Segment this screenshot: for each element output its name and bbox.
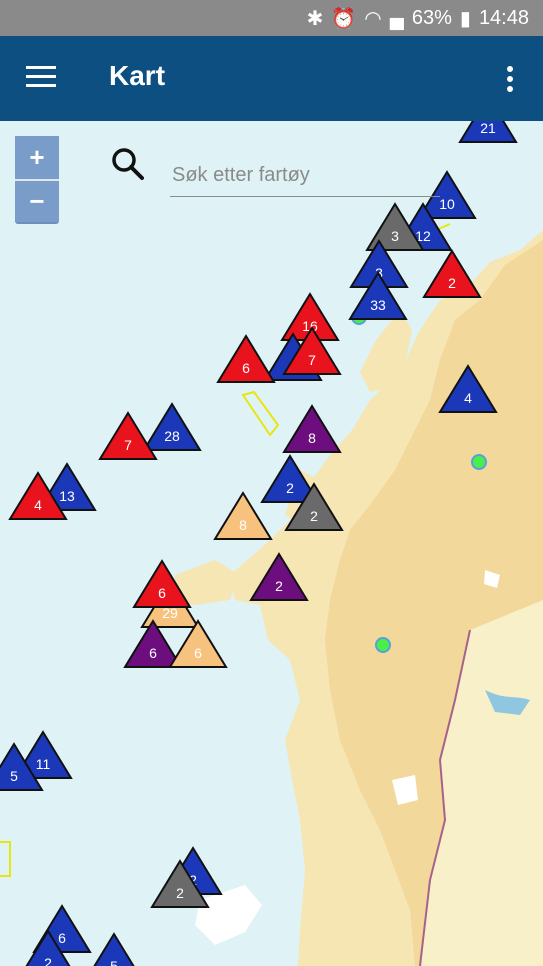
marker-count: 8: [239, 517, 247, 533]
vessel-dot[interactable]: [375, 637, 391, 653]
map-canvas[interactable]: 2110123233316576428781342282296661152262…: [0, 121, 543, 966]
search-icon[interactable]: [110, 146, 146, 182]
marker-count: 2: [448, 275, 456, 291]
marker-count: 7: [124, 437, 132, 453]
marker-count: 8: [308, 430, 316, 446]
marker-count: 2: [44, 955, 52, 966]
marker-count: 6: [158, 585, 166, 601]
overflow-menu-icon[interactable]: [507, 66, 515, 92]
zoom-in-button[interactable]: +: [15, 136, 59, 179]
marker-count: 4: [464, 390, 472, 406]
marker-count: 2: [176, 885, 184, 901]
marker-count: 6: [242, 360, 250, 376]
marker-count: 2: [286, 480, 294, 496]
app-bar: Kart: [0, 36, 543, 121]
search-input[interactable]: [170, 154, 440, 197]
status-bar: ✱ ⏰ ◠ ▄ 63% ▮ 14:48: [0, 0, 543, 36]
marker-count: 6: [194, 645, 202, 661]
marker-count: 10: [439, 196, 455, 212]
clock: 14:48: [478, 7, 529, 29]
status-icons: ✱ ⏰ ◠ ▄ 63% ▮ 14:48: [307, 6, 529, 31]
vessel-dot[interactable]: [471, 454, 487, 470]
marker-count: 28: [164, 428, 180, 444]
marker-count: 6: [149, 645, 157, 661]
marker-count: 13: [59, 488, 75, 504]
page-title: Kart: [109, 60, 166, 91]
marker-count: 4: [34, 497, 42, 513]
marker-count: 33: [370, 297, 386, 313]
wifi-icon: ◠: [364, 8, 382, 30]
menu-icon[interactable]: [26, 66, 58, 90]
marker-count: 2: [275, 578, 283, 594]
marker-count: 11: [36, 756, 51, 772]
alarm-icon: ⏰: [331, 8, 357, 30]
marker-count: 5: [110, 958, 118, 966]
signal-icon: ▄: [389, 7, 404, 29]
zoom-out-button[interactable]: −: [15, 179, 59, 222]
marker-count: 7: [308, 352, 316, 368]
marker-count: 3: [391, 228, 399, 244]
marker-count: 2: [310, 508, 318, 524]
marker-count: 5: [10, 768, 18, 784]
battery-icon: ▮: [459, 8, 471, 30]
bluetooth-icon: ✱: [306, 8, 324, 30]
map[interactable]: 2110123233316576428781342282296661152262…: [0, 121, 543, 966]
marker-count: 6: [58, 930, 66, 946]
marker-count: 21: [480, 121, 496, 136]
zoom-control: + −: [15, 136, 59, 224]
battery-percent: 63%: [411, 7, 452, 29]
